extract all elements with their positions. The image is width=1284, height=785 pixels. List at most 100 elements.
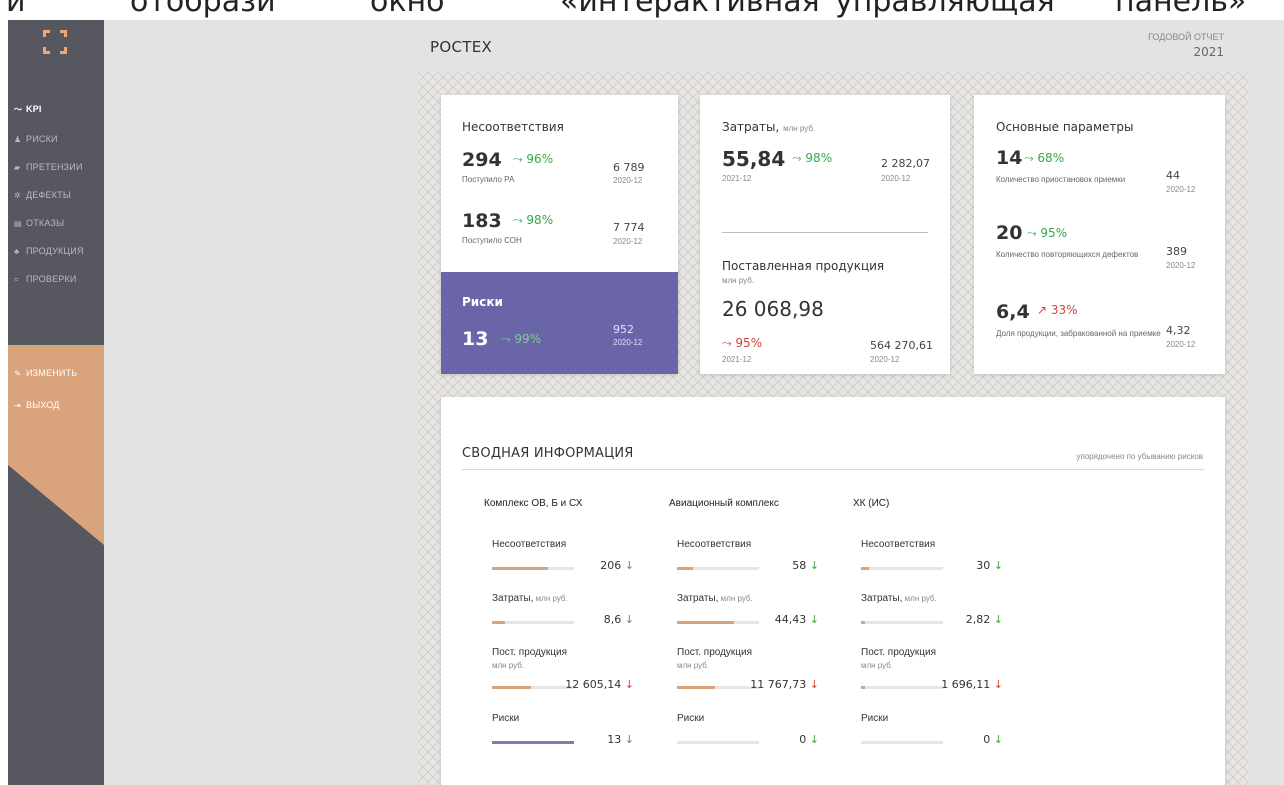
arrow-down-icon: ↓ — [990, 613, 1003, 626]
risk-value: 13 — [462, 328, 489, 350]
clipped-word: управляющая — [835, 0, 1055, 19]
divider — [722, 232, 928, 233]
kpi-reference: 6 789 — [613, 161, 645, 174]
metric-unit: млн руб. — [861, 661, 894, 670]
kpi-label: Поступило РА — [462, 175, 515, 184]
column-header[interactable]: Комплекс ОВ, Б и СХ — [484, 498, 582, 509]
metric-value: 8,6 ↓ — [603, 613, 634, 626]
clipped-word: отобрази — [130, 0, 276, 19]
cost-date: 2021-12 — [722, 174, 752, 183]
progress-track — [492, 567, 574, 570]
sidebar-item-products[interactable]: ♣ ПРОДУКЦИЯ — [8, 242, 104, 260]
frame-logo-icon[interactable] — [43, 30, 67, 54]
sidebar-item-risks[interactable]: ♟ РИСКИ — [8, 130, 104, 148]
metric-value: 0 ↓ — [799, 733, 819, 746]
trend-down-icon: ⤳ — [513, 213, 527, 227]
arrow-down-icon: ↓ — [806, 678, 819, 691]
sidebar-item-kpi[interactable]: 〜 KPI — [8, 100, 104, 118]
progress-track — [861, 741, 943, 744]
product-reference: 564 270,61 — [870, 339, 933, 352]
parameters-card[interactable]: Основные параметры 14 ⤳ 68% Количество п… — [974, 95, 1225, 374]
metric-label: Пост. продукция — [677, 647, 753, 658]
card-title: Затраты, млн руб. — [722, 120, 816, 134]
progress-track — [492, 741, 574, 744]
nonconformity-card[interactable]: Несоответствия 294 ⤳ 96% Поступило РА 6 … — [441, 95, 678, 374]
sidebar-item-label: РИСКИ — [26, 134, 58, 144]
progress-fill — [492, 621, 505, 624]
sidebar-item-defects[interactable]: ✲ ДЕФЕКТЫ — [8, 186, 104, 204]
page-title: РОСТЕХ — [430, 38, 493, 56]
kpi-value: 183 — [462, 210, 502, 232]
kpi-trend: ⤳ 98% — [513, 213, 554, 227]
column-header[interactable]: Авиационный комплекс — [669, 498, 779, 509]
kpi-value: 294 — [462, 149, 502, 171]
bell-icon: ♟ — [14, 134, 22, 144]
document-icon: ▤ — [14, 218, 22, 228]
param-value: 14 — [996, 147, 1023, 169]
param-label: Количество приостановок приемки — [996, 175, 1126, 184]
costs-card[interactable]: Затраты, млн руб. 55,84 ⤳ 98% 2021-12 2 … — [700, 95, 950, 374]
product-value: 26 068,98 — [722, 297, 824, 321]
sidebar-item-audits[interactable]: ≈ ПРОВЕРКИ — [8, 270, 104, 288]
progress-track — [861, 621, 943, 624]
param-reference: 4,32 — [1166, 324, 1191, 337]
product-trend: ⤳ 95% — [722, 336, 763, 350]
trend-down-icon: ⤳ — [722, 336, 736, 350]
summary-divider — [462, 469, 1204, 470]
param-reference-date: 2020-12 — [1166, 340, 1196, 349]
product-date: 2021-12 — [722, 355, 752, 364]
kpi-reference-date: 2020-12 — [613, 237, 643, 246]
metric-label: Затраты, млн руб. — [677, 593, 753, 604]
trend-down-icon: ⤳ — [1024, 151, 1038, 165]
metric-label: Пост. продукция — [861, 647, 937, 658]
param-label: Доля продукции, забракованной на приемке — [996, 329, 1161, 338]
progress-fill — [492, 741, 574, 744]
sidebar-item-label: KPI — [26, 104, 42, 114]
metric-label: Затраты, млн руб. — [861, 593, 937, 604]
sidebar-item-claims[interactable]: ▰ ПРЕТЕНЗИИ — [8, 158, 104, 176]
kpi-reference-date: 2020-12 — [613, 176, 643, 185]
progress-track — [677, 621, 759, 624]
kpi-trend: ⤳ 96% — [513, 152, 554, 166]
pencil-icon: ✎ — [14, 368, 21, 378]
progress-fill — [677, 567, 693, 570]
metric-value: 58 ↓ — [792, 559, 819, 572]
progress-fill — [492, 567, 548, 570]
risk-trend: ⤳ 99% — [501, 332, 542, 346]
progress-fill — [861, 567, 869, 570]
kpi-reference: 7 774 — [613, 221, 645, 234]
arrow-down-icon: ↓ — [621, 678, 634, 691]
progress-track — [677, 686, 759, 689]
progress-track — [861, 567, 943, 570]
arrow-down-icon: ↓ — [806, 613, 819, 626]
speaker-icon: ▰ — [14, 162, 21, 172]
report-year: 2021 — [1193, 45, 1224, 59]
param-reference: 389 — [1166, 245, 1187, 258]
sidebar-item-label: ОТКАЗЫ — [26, 218, 65, 228]
metric-value: 11 767,73 ↓ — [750, 678, 819, 691]
gear-icon: ✲ — [14, 190, 21, 200]
trend-down-icon: ⤳ — [513, 152, 527, 166]
param-reference-date: 2020-12 — [1166, 261, 1196, 270]
logout-button[interactable]: ⇥ ВЫХОД — [8, 396, 104, 414]
edit-button[interactable]: ✎ ИЗМЕНИТЬ — [8, 364, 104, 382]
trend-up-icon: ↗ — [1037, 303, 1051, 317]
param-label: Количество повторяющихся дефектов — [996, 250, 1139, 259]
risk-panel[interactable]: Риски 13 ⤳ 99% 952 2020-12 — [441, 272, 678, 374]
metric-value: 12 605,14 ↓ — [565, 678, 634, 691]
metric-label: Пост. продукция — [492, 647, 568, 658]
summary-sort-note: упорядочено по убыванию рисков — [1076, 452, 1203, 461]
sidebar-item-failures[interactable]: ▤ ОТКАЗЫ — [8, 214, 104, 232]
waves-icon: ≈ — [14, 274, 19, 284]
column-header[interactable]: ХК (ИС) — [853, 498, 889, 509]
arrow-down-icon: ↓ — [621, 613, 634, 626]
sidebar-item-label: ПРОВЕРКИ — [26, 274, 77, 284]
trend-down-icon: ⤳ — [501, 332, 515, 346]
metric-label: Несоответствия — [677, 539, 752, 550]
cost-trend: ⤳ 98% — [792, 151, 833, 165]
metric-unit: млн руб. — [492, 661, 525, 670]
metric-value: 44,43 ↓ — [774, 613, 819, 626]
summary-panel: СВОДНАЯ ИНФОРМАЦИЯ упорядочено по убыван… — [441, 397, 1225, 785]
logout-label: ВЫХОД — [26, 400, 60, 410]
arrow-down-icon: ↓ — [621, 733, 634, 746]
